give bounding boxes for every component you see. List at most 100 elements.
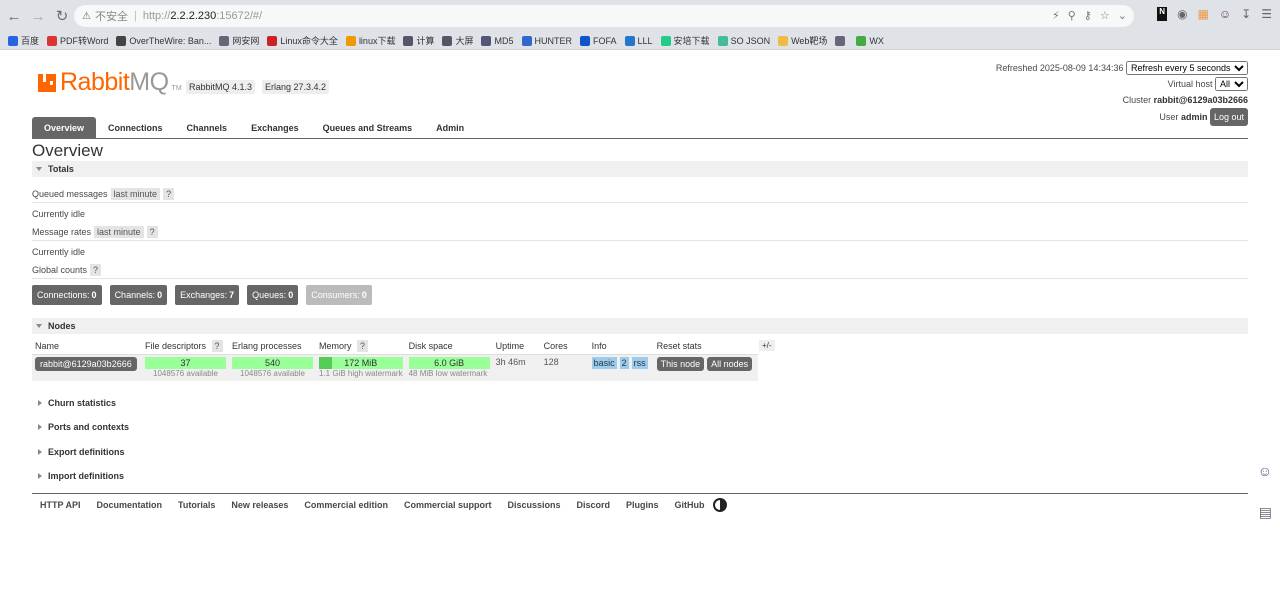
tab-channels[interactable]: Channels [175, 117, 240, 138]
refresh-select[interactable]: Refresh every 5 seconds [1126, 61, 1248, 75]
expand-triangle-icon [38, 400, 42, 406]
rates-range-selector[interactable]: last minute [94, 225, 144, 238]
vhost-select[interactable]: All [1215, 77, 1248, 91]
bookmark-item[interactable]: PDF转Word [47, 34, 108, 47]
notes-icon[interactable]: ▤ [1259, 504, 1272, 521]
bookmark-item[interactable]: SO JSON [717, 35, 770, 46]
reload-icon[interactable]: ↻ [52, 6, 72, 26]
info-rss-badge[interactable]: rss [631, 356, 648, 369]
nodes-table-header: Name File descriptors ? Erlang processes… [32, 339, 759, 355]
tab-exchanges[interactable]: Exchanges [239, 117, 311, 138]
help-button[interactable]: ? [146, 225, 158, 238]
notion-icon[interactable]: N [1157, 7, 1168, 21]
currently-idle-text: Currently idle [32, 209, 86, 219]
url-protocol: http:// [142, 10, 171, 22]
help-button[interactable]: ? [163, 187, 175, 200]
tab-connections[interactable]: Connections [96, 117, 175, 138]
bookmark-label: 大屏 [455, 36, 474, 46]
bookmark-item[interactable]: 网安网 [219, 34, 259, 47]
menu-icon[interactable]: ☰ [1261, 7, 1272, 21]
col-disk-space: Disk space [405, 339, 493, 355]
bookmark-item[interactable]: WX [856, 35, 884, 46]
global-counts-label: Global counts [32, 264, 88, 275]
back-icon[interactable]: ← [4, 6, 24, 26]
help-button[interactable]: ? [90, 263, 102, 276]
bookmark-item[interactable]: OverTheWire: Ban... [116, 35, 211, 46]
bookmark-item[interactable]: Web靶场 [778, 34, 827, 47]
footer-link-discussions[interactable]: Discussions [507, 500, 560, 510]
bookmark-item[interactable]: 百度 [8, 34, 39, 47]
rabbitmq-logo[interactable]: RabbitMQ TM [38, 68, 182, 97]
exchanges-count-button[interactable]: Exchanges: 7 [175, 285, 240, 305]
node-name-link[interactable]: rabbit@6129a03b2666 [35, 356, 137, 371]
assistant-robot-icon[interactable]: ☺ [1258, 463, 1272, 479]
ports-contexts-section[interactable]: Ports and contexts [32, 420, 1248, 434]
bookmark-item[interactable]: 安培下载 [660, 34, 710, 47]
import-definitions-section[interactable]: Import definitions [32, 469, 1248, 483]
reset-this-node-button[interactable]: This node [656, 356, 705, 371]
tab-admin[interactable]: Admin [424, 117, 476, 138]
footer-link-tutorials[interactable]: Tutorials [178, 500, 215, 510]
bookmark-item[interactable]: MD5 [481, 35, 514, 46]
queued-range-selector[interactable]: last minute [110, 187, 161, 200]
bookmark-item[interactable]: HUNTER [521, 35, 573, 46]
footer-link-discord[interactable]: Discord [577, 500, 611, 510]
totals-section-header[interactable]: Totals [32, 161, 1248, 177]
cores-value: 128 [540, 354, 589, 381]
export-definitions-section[interactable]: Export definitions [32, 445, 1248, 459]
fd-available: 1048576 available [153, 368, 218, 378]
tab-overview[interactable]: Overview [32, 117, 97, 138]
bookmark-item[interactable]: FOFA [580, 35, 617, 46]
connections-count-button[interactable]: Connections: 0 [32, 285, 102, 305]
nodes-section-header[interactable]: Nodes [32, 318, 1248, 334]
consumers-count-button[interactable]: Consumers: 0 [306, 285, 372, 305]
queues-count-button[interactable]: Queues: 0 [247, 285, 299, 305]
forward-icon[interactable]: → [28, 6, 48, 26]
queued-messages-label: Queued messages [32, 188, 108, 199]
camera-icon[interactable]: ◉ [1177, 7, 1187, 21]
help-button[interactable]: ? [211, 340, 223, 353]
bookmark-favicon-icon [624, 35, 635, 46]
share-icon[interactable]: ⚲ [1068, 9, 1076, 22]
url-host: 2.2.2.230 [170, 10, 217, 22]
bookmark-item[interactable] [835, 35, 848, 46]
footer-link-http-api[interactable]: HTTP API [40, 500, 81, 510]
bookmark-item[interactable]: 计算 [403, 34, 434, 47]
star-icon[interactable]: ☆ [1100, 9, 1110, 22]
memory-watermark: 1.1 GiB high watermark [319, 368, 403, 378]
cluster-name: rabbit@6129a03b2666 [1153, 95, 1248, 105]
nodes-section-title: Nodes [48, 321, 76, 331]
info-count-badge[interactable]: 2 [619, 356, 629, 369]
apps-icon[interactable]: ▦ [1198, 7, 1209, 21]
footer-link-github[interactable]: GitHub [675, 500, 705, 510]
bookmark-item[interactable]: LLL [624, 35, 653, 46]
churn-statistics-section[interactable]: Churn statistics [32, 396, 1248, 410]
bookmark-label: HUNTER [534, 35, 573, 46]
footer-link-commercial-support[interactable]: Commercial support [404, 500, 492, 510]
reset-all-nodes-button[interactable]: All nodes [707, 356, 753, 371]
footer-link-commercial-edition[interactable]: Commercial edition [304, 500, 388, 510]
memory-usage-bar: 172 MiB [319, 356, 403, 369]
key-icon[interactable]: ⚷ [1084, 9, 1092, 22]
channels-count-button[interactable]: Channels: 0 [109, 285, 168, 305]
footer-link-plugins[interactable]: Plugins [626, 500, 659, 510]
column-toggle-button[interactable]: +/- [759, 340, 775, 351]
address-bar[interactable]: ⚠ 不安全 | http:// 2.2.2.230 :15672/#/ [74, 5, 1134, 27]
global-counts-row: Global counts ? [32, 261, 1248, 279]
help-button[interactable]: ? [357, 340, 369, 353]
footer-link-new-releases[interactable]: New releases [231, 500, 288, 510]
collapse-triangle-icon [36, 167, 42, 171]
tab-queues-streams[interactable]: Queues and Streams [311, 117, 425, 138]
theme-toggle-icon[interactable] [712, 497, 727, 512]
bookmark-item[interactable]: 大屏 [442, 34, 473, 47]
footer-link-documentation[interactable]: Documentation [97, 500, 163, 510]
bookmark-item[interactable]: Linux命令大全 [267, 34, 338, 47]
currently-idle-text: Currently idle [32, 247, 86, 257]
info-basic-badge[interactable]: basic [591, 356, 617, 369]
bookmark-item[interactable]: linux下载 [345, 34, 395, 47]
robot-icon[interactable]: ☺ [1219, 7, 1231, 21]
download-icon[interactable]: ↧ [1241, 7, 1251, 21]
url-separator: | [133, 10, 137, 22]
chevron-down-icon[interactable]: ⌄ [1118, 9, 1127, 22]
flash-icon[interactable]: ⚡ [1052, 9, 1060, 22]
